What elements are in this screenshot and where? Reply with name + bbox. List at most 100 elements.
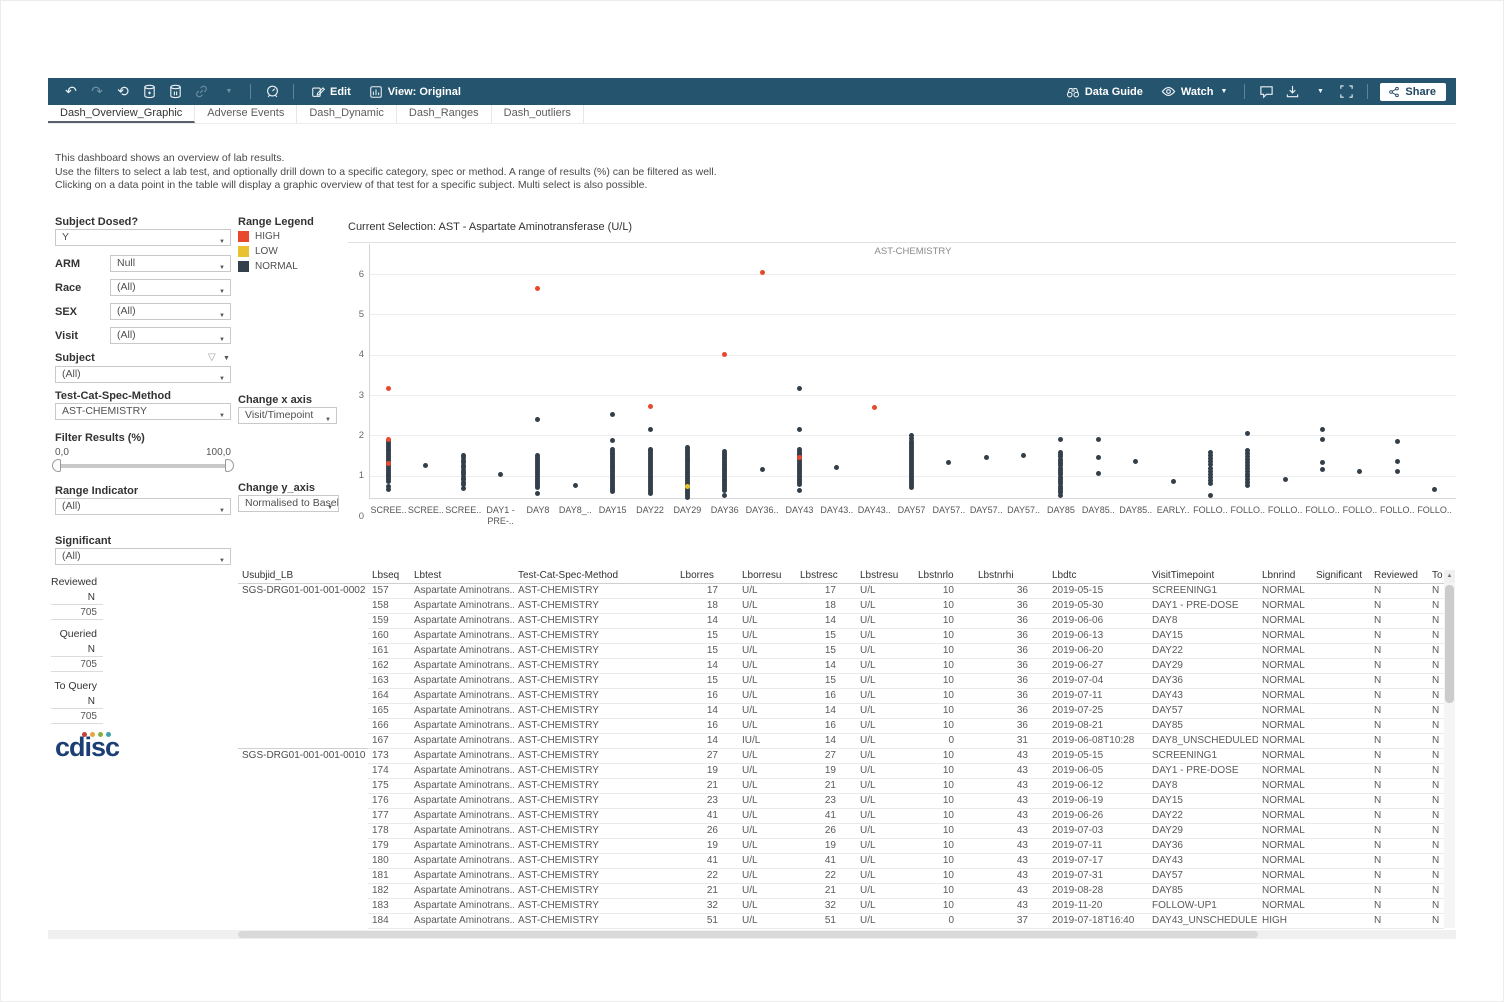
- table-cell[interactable]: Aspartate Aminotrans..: [410, 613, 514, 628]
- table-cell[interactable]: N: [1370, 793, 1428, 808]
- data-point[interactable]: [1021, 453, 1026, 458]
- table-cell[interactable]: [1312, 658, 1370, 673]
- table-cell[interactable]: 17: [676, 583, 738, 598]
- table-cell[interactable]: 26: [796, 823, 856, 838]
- subject-dropdown[interactable]: (All)▼: [55, 366, 231, 383]
- table-cell[interactable]: NORMAL: [1258, 703, 1312, 718]
- table-cell[interactable]: IU/L: [738, 733, 796, 748]
- table-cell[interactable]: AST-CHEMISTRY: [514, 898, 676, 913]
- table-row[interactable]: 162Aspartate Aminotrans..AST-CHEMISTRY14…: [238, 658, 1444, 673]
- table-cell[interactable]: N: [1428, 793, 1444, 808]
- table-cell[interactable]: U/L: [856, 868, 914, 883]
- table-cell[interactable]: 2019-08-21: [1048, 718, 1148, 733]
- race-dropdown[interactable]: (All)▼: [110, 279, 231, 296]
- table-cell[interactable]: 43: [974, 838, 1048, 853]
- table-cell[interactable]: 2019-05-30: [1048, 598, 1148, 613]
- table-cell[interactable]: NORMAL: [1258, 628, 1312, 643]
- column-header-test-cat-spec-method[interactable]: Test-Cat-Spec-Method: [514, 569, 676, 583]
- table-row[interactable]: 159Aspartate Aminotrans..AST-CHEMISTRY14…: [238, 613, 1444, 628]
- data-point[interactable]: [386, 437, 391, 442]
- table-cell[interactable]: U/L: [738, 628, 796, 643]
- table-cell[interactable]: N: [1428, 913, 1444, 928]
- table-row[interactable]: 174Aspartate Aminotrans..AST-CHEMISTRY19…: [238, 763, 1444, 778]
- table-cell[interactable]: N: [1370, 823, 1428, 838]
- table-cell[interactable]: 41: [796, 853, 856, 868]
- table-cell[interactable]: 16: [796, 718, 856, 733]
- refresh-data-icon[interactable]: [136, 82, 162, 102]
- table-cell[interactable]: 43: [974, 793, 1048, 808]
- table-cell[interactable]: N: [1428, 703, 1444, 718]
- table-cell[interactable]: N: [1370, 763, 1428, 778]
- table-cell[interactable]: U/L: [856, 613, 914, 628]
- table-cell[interactable]: 2019-07-17: [1048, 853, 1148, 868]
- table-cell[interactable]: 184: [368, 913, 410, 928]
- table-cell[interactable]: [1312, 883, 1370, 898]
- table-cell[interactable]: [1312, 778, 1370, 793]
- table-cell[interactable]: Aspartate Aminotrans..: [410, 643, 514, 658]
- table-cell[interactable]: U/L: [856, 748, 914, 763]
- column-header-lbtest[interactable]: Lbtest: [410, 569, 514, 583]
- x-axis-label[interactable]: DAY8: [519, 505, 557, 516]
- data-point[interactable]: [610, 412, 615, 417]
- link-icon[interactable]: [188, 82, 214, 102]
- table-cell[interactable]: 2019-06-08T10:28: [1048, 733, 1148, 748]
- table-cell[interactable]: 15: [796, 628, 856, 643]
- table-cell[interactable]: AST-CHEMISTRY: [514, 913, 676, 928]
- column-header-lbstnrhi[interactable]: Lbstnrhi: [974, 569, 1048, 583]
- table-cell[interactable]: 160: [368, 628, 410, 643]
- table-cell[interactable]: N: [1370, 868, 1428, 883]
- table-cell[interactable]: 2019-06-26: [1048, 808, 1148, 823]
- table-cell[interactable]: [1312, 673, 1370, 688]
- table-cell[interactable]: SCREENING1: [1148, 748, 1258, 763]
- table-row[interactable]: 178Aspartate Aminotrans..AST-CHEMISTRY26…: [238, 823, 1444, 838]
- x-axis-label[interactable]: FOLLO..: [1304, 505, 1342, 516]
- table-cell[interactable]: [1312, 643, 1370, 658]
- table-cell[interactable]: DAY29: [1148, 658, 1258, 673]
- table-cell[interactable]: AST-CHEMISTRY: [514, 838, 676, 853]
- table-cell[interactable]: N: [1428, 658, 1444, 673]
- table-cell[interactable]: NORMAL: [1258, 673, 1312, 688]
- table-cell[interactable]: AST-CHEMISTRY: [514, 613, 676, 628]
- table-cell[interactable]: U/L: [856, 643, 914, 658]
- table-cell[interactable]: 36: [974, 718, 1048, 733]
- table-row[interactable]: 165Aspartate Aminotrans..AST-CHEMISTRY14…: [238, 703, 1444, 718]
- table-cell[interactable]: DAY85: [1148, 883, 1258, 898]
- table-cell[interactable]: 164: [368, 688, 410, 703]
- table-cell[interactable]: AST-CHEMISTRY: [514, 883, 676, 898]
- data-point[interactable]: [722, 352, 727, 357]
- table-row[interactable]: 176Aspartate Aminotrans..AST-CHEMISTRY23…: [238, 793, 1444, 808]
- table-cell[interactable]: N: [1428, 778, 1444, 793]
- table-cell[interactable]: 36: [974, 598, 1048, 613]
- table-cell[interactable]: 43: [974, 868, 1048, 883]
- table-cell[interactable]: NORMAL: [1258, 688, 1312, 703]
- pause-updates-icon[interactable]: [162, 82, 188, 102]
- data-point[interactable]: [648, 447, 653, 452]
- table-cell[interactable]: [1312, 613, 1370, 628]
- data-point[interactable]: [797, 447, 802, 452]
- x-axis-label[interactable]: DAY36: [706, 505, 744, 516]
- change-x-axis-dropdown[interactable]: Visit/Timepoint▼: [238, 407, 337, 424]
- table-row[interactable]: 181Aspartate Aminotrans..AST-CHEMISTRY22…: [238, 868, 1444, 883]
- funnel-icon[interactable]: ▽: [208, 352, 216, 363]
- table-cell[interactable]: [1312, 823, 1370, 838]
- table-cell[interactable]: U/L: [738, 718, 796, 733]
- table-cell[interactable]: AST-CHEMISTRY: [514, 598, 676, 613]
- table-cell[interactable]: 23: [676, 793, 738, 808]
- horizontal-scrollbar[interactable]: [48, 930, 1456, 939]
- data-point[interactable]: [797, 427, 802, 432]
- table-cell[interactable]: N: [1428, 898, 1444, 913]
- table-cell[interactable]: 10: [914, 808, 974, 823]
- table-cell[interactable]: AST-CHEMISTRY: [514, 583, 676, 598]
- x-axis-label[interactable]: FOLLO..: [1229, 505, 1267, 516]
- x-axis-label[interactable]: FOLLO..: [1341, 505, 1379, 516]
- table-cell[interactable]: 2019-07-04: [1048, 673, 1148, 688]
- data-point[interactable]: [610, 438, 615, 443]
- table-cell[interactable]: NORMAL: [1258, 778, 1312, 793]
- table-cell[interactable]: NORMAL: [1258, 598, 1312, 613]
- table-cell[interactable]: Aspartate Aminotrans..: [410, 583, 514, 598]
- column-header-lbdtc[interactable]: Lbdtc: [1048, 569, 1148, 583]
- table-cell[interactable]: 43: [974, 883, 1048, 898]
- table-cell[interactable]: [1312, 793, 1370, 808]
- table-cell[interactable]: 10: [914, 853, 974, 868]
- data-point[interactable]: [1395, 439, 1400, 444]
